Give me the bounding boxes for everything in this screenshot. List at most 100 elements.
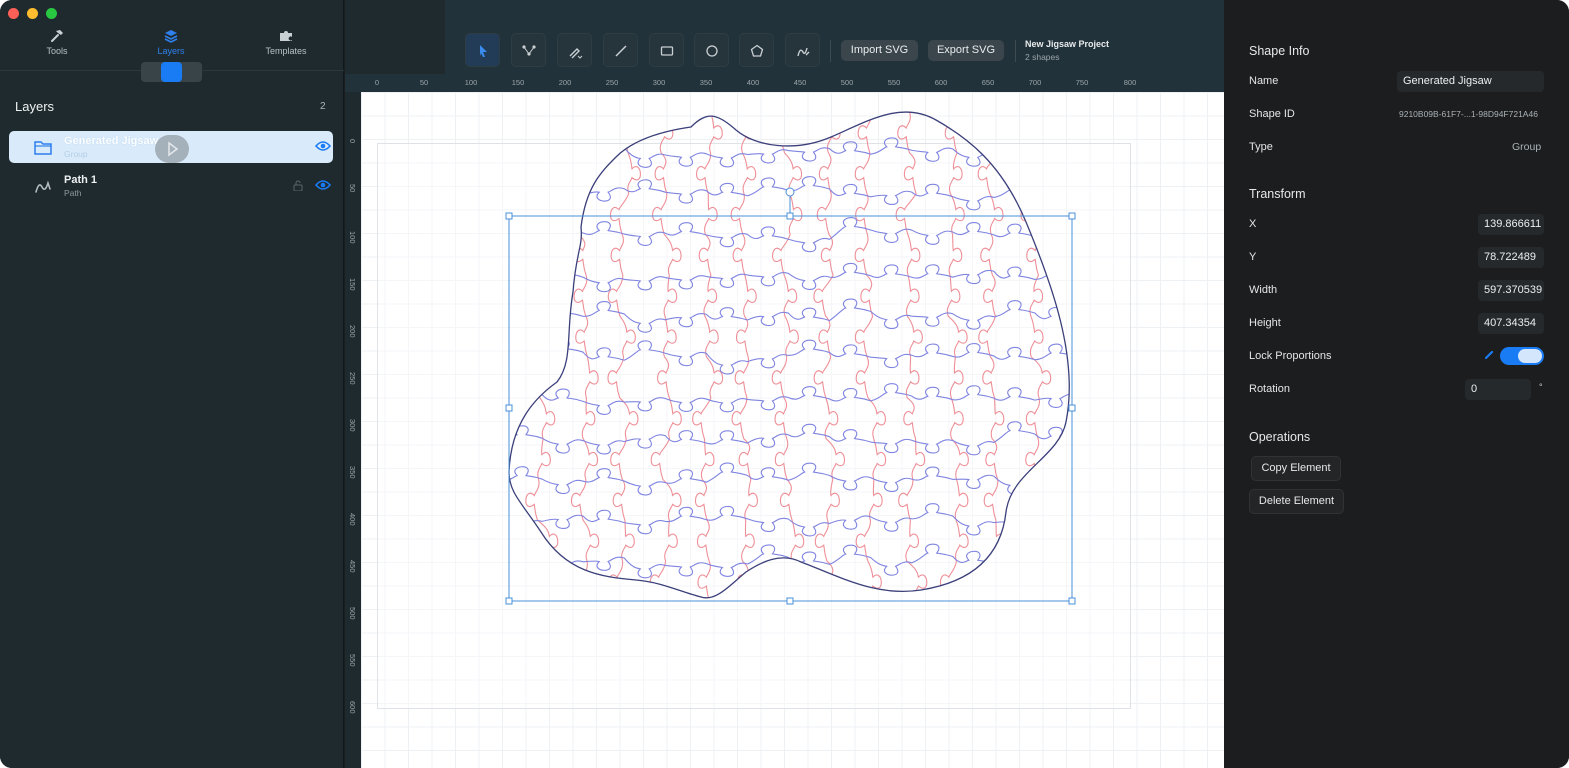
path-icon	[35, 180, 51, 193]
layer-type: Path	[64, 188, 82, 198]
resize-handle-right[interactable]	[1068, 404, 1076, 412]
node-tool-button[interactable]	[511, 33, 546, 67]
vertical-cut-line	[566, 112, 600, 598]
jigsaw-drawing[interactable]	[361, 92, 1224, 768]
rectangle-icon	[660, 46, 674, 56]
width-field[interactable]: 597.370539	[1478, 280, 1544, 301]
vertical-cut-line	[895, 112, 928, 598]
freehand-tool-button[interactable]	[785, 33, 820, 67]
name-field[interactable]: Generated Jigsaw	[1397, 71, 1544, 92]
rotation-unit: °	[1539, 382, 1543, 392]
ruler-tick-label: 650	[981, 78, 995, 87]
resize-handle-top-left[interactable]	[505, 212, 513, 220]
ellipse-tool-button[interactable]	[694, 33, 729, 67]
ruler-tick-label: 400	[746, 78, 760, 87]
ruler-tick-label: 450	[348, 560, 357, 573]
horizontal-cut-line	[509, 421, 1070, 456]
layers-icon	[164, 30, 178, 43]
horizontal-cut-line	[509, 217, 1070, 253]
sidebar: Tools Layers Templates Layers 2 Generate…	[0, 0, 344, 768]
copy-element-button[interactable]: Copy Element	[1251, 456, 1341, 481]
horizontal-cut-line	[509, 383, 1070, 415]
line-icon	[615, 45, 627, 57]
ruler-tick-label: 250	[348, 372, 357, 385]
tab-layers-label: Layers	[157, 46, 185, 56]
resize-handle-bottom-left[interactable]	[505, 597, 513, 605]
line-tool-button[interactable]	[603, 33, 638, 67]
ruler-tick-label: 150	[511, 78, 525, 87]
ruler-tick-label: 300	[348, 419, 357, 432]
puzzle-icon	[280, 31, 292, 41]
ruler-tick-label: 0	[374, 78, 380, 87]
close-window-button[interactable]	[8, 8, 19, 19]
layer-name: Path 1	[64, 174, 98, 186]
type-value: Group	[1512, 141, 1542, 153]
rotation-field[interactable]: 0	[1465, 379, 1531, 400]
lock-proportions-toggle[interactable]	[1500, 347, 1544, 365]
minimize-window-button[interactable]	[27, 8, 38, 19]
ruler-tick-label: 800	[1123, 78, 1137, 87]
ruler-tick-label: 750	[1075, 78, 1089, 87]
vertical-cut-line	[525, 112, 559, 598]
layer-row-path-1[interactable]: Path 1 Path	[9, 170, 333, 202]
layers-title: Layers	[15, 99, 55, 114]
ruler-tick-label: 600	[934, 78, 948, 87]
selection-bounding-box[interactable]	[508, 215, 1073, 602]
toolbar-separator	[830, 40, 831, 62]
export-svg-button[interactable]: Export SVG	[928, 40, 1004, 61]
rotation-handle[interactable]	[785, 187, 795, 197]
x-label: X	[1249, 218, 1257, 230]
rectangle-tool-button[interactable]	[649, 33, 684, 67]
height-field[interactable]: 407.34354	[1478, 313, 1544, 334]
import-svg-button[interactable]: Import SVG	[841, 40, 918, 61]
horizontal-cut-line	[509, 262, 1070, 293]
ruler-tick-label: 250	[605, 78, 619, 87]
ruler-tick-label: 350	[348, 466, 357, 479]
zoom-window-button[interactable]	[46, 8, 57, 19]
drawing-canvas[interactable]	[361, 92, 1224, 768]
polygon-tool-button[interactable]	[739, 33, 774, 67]
ruler-tick-label: 300	[652, 78, 666, 87]
tab-templates[interactable]: Templates	[246, 28, 326, 56]
shape-info-title: Shape Info	[1249, 44, 1310, 58]
visibility-eye-icon[interactable]	[315, 140, 331, 152]
ruler-tick-label: 150	[348, 278, 357, 291]
vertical-cut-line	[692, 112, 724, 598]
resize-handle-top-right[interactable]	[1068, 212, 1076, 220]
type-label: Type	[1249, 141, 1273, 153]
width-label: Width	[1249, 284, 1278, 296]
horizontal-ruler: 0 50 100 150 200 250 300 350 400 450 500…	[345, 74, 1224, 92]
y-field[interactable]: 78.722489	[1478, 247, 1544, 268]
tab-tools-label: Tools	[46, 46, 68, 56]
vertical-cut-line	[977, 112, 1011, 598]
resize-handle-bottom[interactable]	[786, 597, 794, 605]
lock-proportions-label: Lock Proportions	[1249, 350, 1332, 362]
resize-handle-left[interactable]	[505, 404, 513, 412]
ruler-tick-label: 50	[348, 184, 357, 193]
ruler-tick-label: 600	[348, 701, 357, 714]
resize-handle-top[interactable]	[786, 212, 794, 220]
pointer-cursor-overlay	[155, 135, 189, 163]
shape-id-label: Shape ID	[1249, 108, 1295, 120]
unlock-icon[interactable]	[293, 180, 303, 191]
pen-tool-button[interactable]	[557, 33, 592, 67]
delete-element-button[interactable]: Delete Element	[1249, 489, 1344, 514]
x-field[interactable]: 139.866611	[1478, 214, 1544, 235]
visibility-eye-icon[interactable]	[315, 179, 331, 191]
vertical-cut-line	[730, 112, 758, 598]
cursor-icon	[168, 141, 179, 157]
tab-layers[interactable]: Layers	[131, 28, 211, 56]
ruler-tick-label: 200	[348, 325, 357, 338]
layer-name: Generated Jigsaw	[64, 135, 159, 147]
resize-handle-bottom-right[interactable]	[1068, 597, 1076, 605]
pen-icon	[569, 48, 583, 59]
hammer-icon	[51, 30, 63, 42]
ruler-tick-label: 450	[793, 78, 807, 87]
ruler-tick-label: 500	[840, 78, 854, 87]
vertical-ruler: 0 50 100 150 200 250 300 350 400 450 500…	[345, 92, 361, 768]
select-tool-button[interactable]	[465, 33, 500, 67]
ruler-tick-label: 500	[348, 607, 357, 620]
freehand-icon	[797, 47, 810, 57]
height-label: Height	[1249, 317, 1281, 329]
tab-tools[interactable]: Tools	[17, 28, 97, 56]
